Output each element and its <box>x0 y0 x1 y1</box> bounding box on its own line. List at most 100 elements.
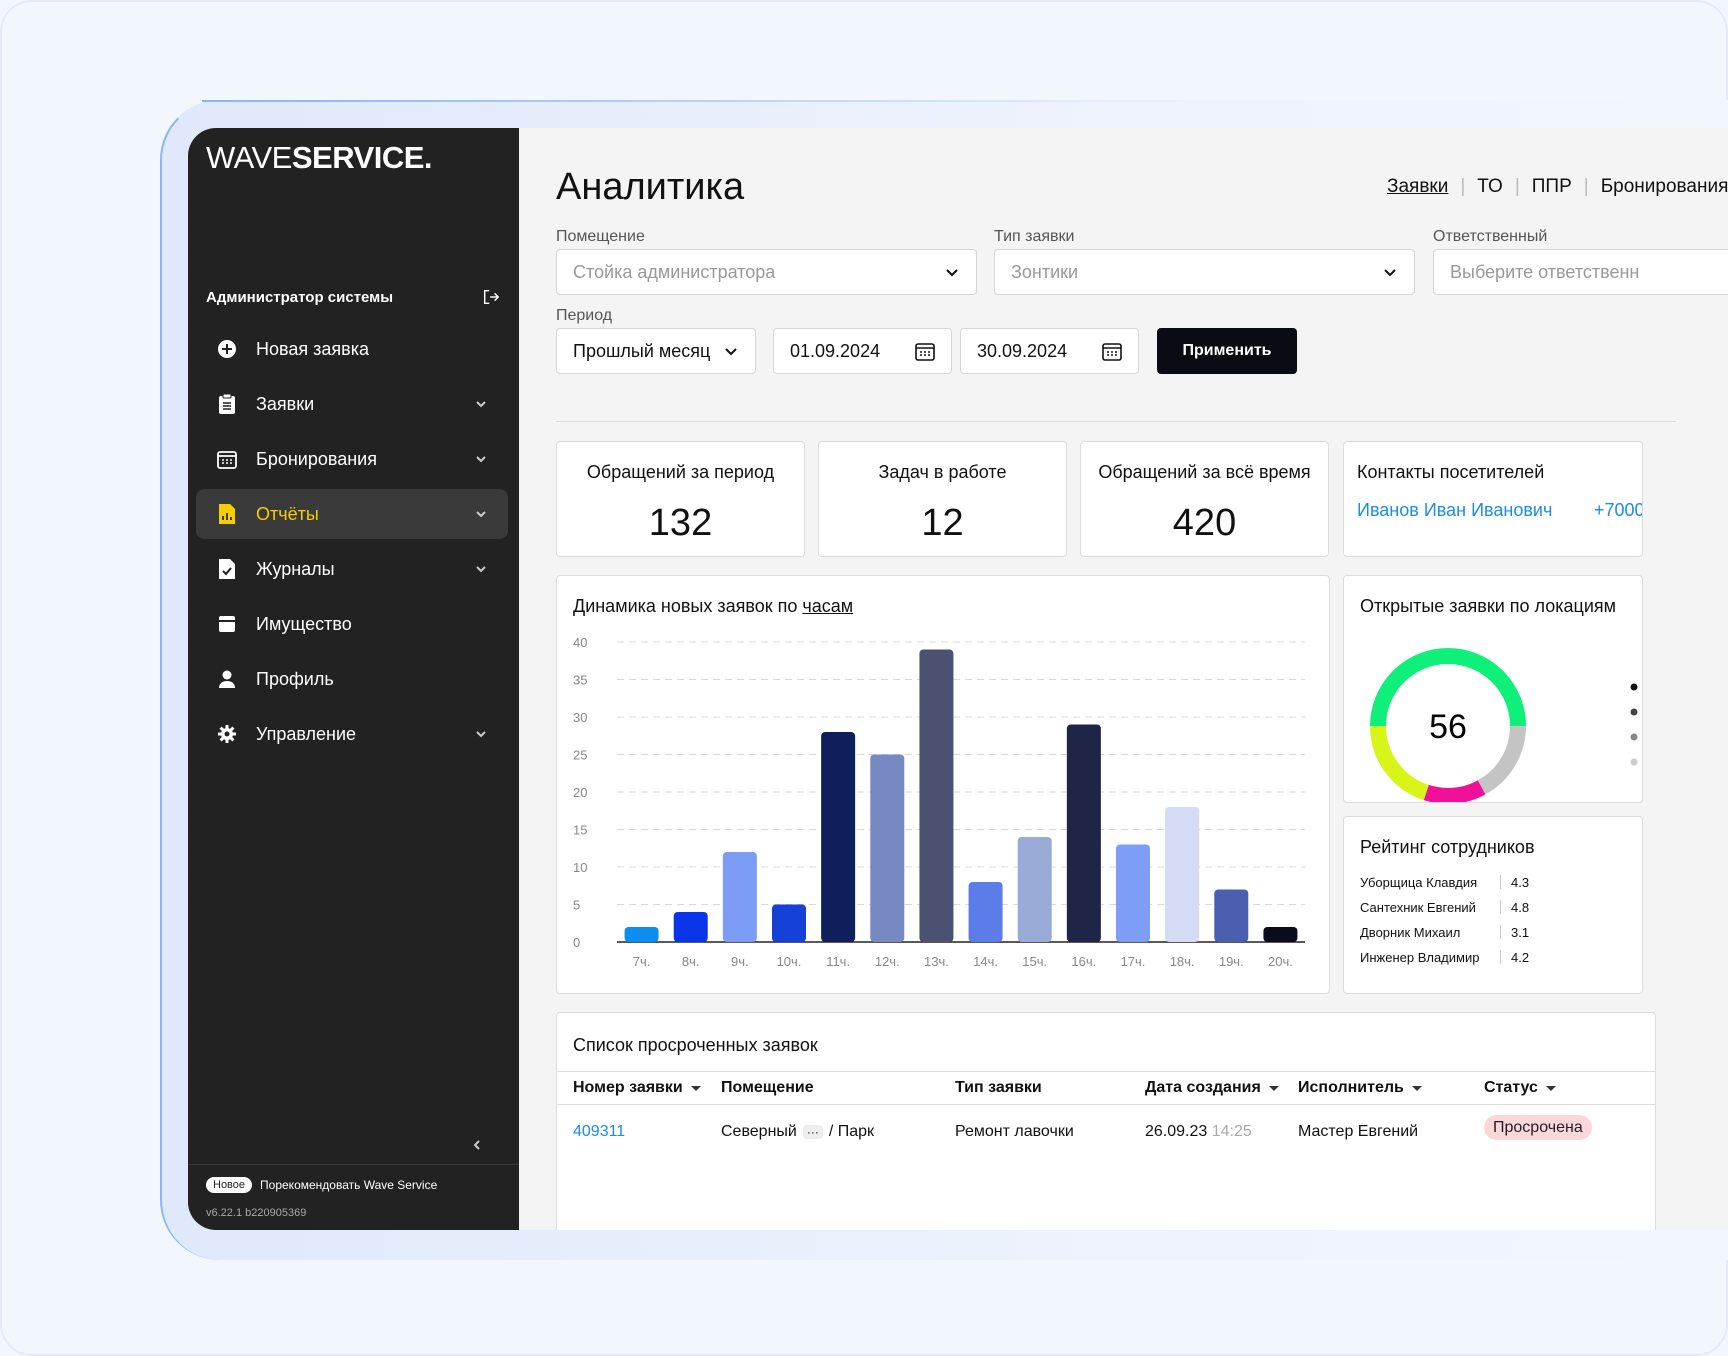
rating-card: Рейтинг сотрудников Уборщица Клавдия 4.3 … <box>1343 816 1643 994</box>
apply-button[interactable]: Применить <box>1157 328 1297 374</box>
period-select[interactable]: Прошлый месяц <box>556 328 756 374</box>
responsible-label: Ответственный <box>1433 228 1548 245</box>
sidebar-item-label: Бронирования <box>256 448 377 469</box>
stat-title: Обращений за период <box>586 462 775 482</box>
sort-caret-icon <box>1411 1085 1422 1091</box>
y-tick-label: 40 <box>573 635 587 650</box>
recommend-row[interactable]: Новое Порекомендовать Wave Service <box>206 1177 501 1193</box>
y-tick-label: 15 <box>573 823 587 838</box>
sidebar-item-property[interactable]: Имущество <box>196 599 508 649</box>
bar-11ч. <box>821 732 856 942</box>
tab-requests[interactable]: Заявки <box>1387 176 1448 198</box>
date-cell: 26.09.23 14:25 <box>1145 1123 1252 1140</box>
legend-dot <box>1630 733 1638 741</box>
rating-divider <box>1500 875 1501 889</box>
x-tick-label: 15ч. <box>1022 954 1047 969</box>
logo-wave: WAVE <box>206 140 292 175</box>
table-title: Список просроченных заявок <box>573 1035 818 1055</box>
x-tick-label: 9ч. <box>731 954 749 969</box>
col-executor[interactable]: Исполнитель <box>1298 1079 1422 1097</box>
room-placeholder: Стойка администратора <box>573 261 776 282</box>
tab-to[interactable]: ТО <box>1477 176 1503 198</box>
stat-card-period: Обращений за период 132 <box>556 441 805 557</box>
stat-title: Обращений за всё время <box>1098 462 1311 482</box>
request-number-link[interactable]: 409311 <box>573 1123 625 1141</box>
stat-card-all-time: Обращений за всё время 420 <box>1080 441 1329 557</box>
sidebar-item-bookings[interactable]: Бронирования <box>196 434 508 484</box>
stat-title: Задач в работе <box>878 462 1007 482</box>
bar-19ч. <box>1214 889 1249 942</box>
tab-separator: | <box>1583 176 1589 197</box>
col-type[interactable]: Тип заявки <box>955 1079 1042 1097</box>
bar-9ч. <box>722 852 757 942</box>
x-tick-label: 13ч. <box>924 954 949 969</box>
date-from-input[interactable]: 01.09.2024 <box>773 328 952 374</box>
chevron-down-icon <box>476 401 486 408</box>
report-icon <box>216 503 238 525</box>
user-icon <box>216 668 238 690</box>
legend-dot <box>1630 708 1638 716</box>
col-number[interactable]: Номер заявки <box>573 1079 701 1097</box>
sidebar-item-label: Отчёты <box>256 503 319 524</box>
calendar-icon <box>216 448 238 470</box>
bar-7ч. <box>624 927 659 942</box>
rating-score: 3.1 <box>1511 925 1530 940</box>
rating-divider <box>1500 900 1501 914</box>
more-icon[interactable]: ··· <box>802 1124 823 1139</box>
calendar-icon[interactable] <box>1102 341 1122 361</box>
type-placeholder: Зонтики <box>1011 261 1079 282</box>
date-to-value: 30.09.2024 <box>977 340 1068 361</box>
locations-donut-card: Открытые заявки по локациям 56 <box>1343 575 1643 803</box>
rating-row: Инженер Владимир 4.2 <box>1360 950 1529 965</box>
tab-ppr[interactable]: ППР <box>1532 176 1572 198</box>
rating-divider <box>1500 950 1501 964</box>
rating-row: Дворник Михаил 3.1 <box>1360 925 1529 940</box>
journal-check-icon <box>216 558 238 580</box>
recommend-link[interactable]: Порекомендовать Wave Service <box>260 1178 437 1192</box>
period-value: Прошлый месяц <box>573 340 711 361</box>
y-tick-label: 25 <box>573 748 587 763</box>
bar-14ч. <box>968 882 1003 942</box>
collapse-sidebar-icon[interactable] <box>470 1138 484 1152</box>
sort-caret-icon <box>690 1085 701 1091</box>
legend-dot <box>1630 683 1638 691</box>
contact-phone-link[interactable]: +7000 <box>1594 500 1642 521</box>
contact-name-link[interactable]: Иванов Иван Иванович <box>1357 500 1552 521</box>
x-tick-label: 12ч. <box>875 954 900 969</box>
col-date[interactable]: Дата создания <box>1145 1079 1279 1097</box>
logout-icon[interactable] <box>482 288 500 306</box>
x-tick-label: 11ч. <box>826 954 850 969</box>
rating-name: Уборщица Клавдия <box>1360 875 1478 890</box>
x-tick-label: 20ч. <box>1268 954 1293 969</box>
sidebar-item-journals[interactable]: Журналы <box>196 544 508 594</box>
tab-bookings[interactable]: Бронирования <box>1601 176 1728 198</box>
page-title: Аналитика <box>556 166 745 208</box>
sidebar-item-label: Журналы <box>256 558 335 579</box>
sidebar-item-management[interactable]: Управление <box>196 709 508 759</box>
main-content: Аналитика Заявки | ТО | ППР | Бронирован… <box>519 128 1728 1230</box>
col-status[interactable]: Статус <box>1484 1079 1556 1097</box>
date-to-input[interactable]: 30.09.2024 <box>960 328 1139 374</box>
responsible-select[interactable]: Выберите ответственн <box>1433 249 1728 295</box>
user-name: Администратор системы <box>206 288 394 306</box>
sidebar-item-reports[interactable]: Отчёты <box>196 489 508 539</box>
sidebar-item-new-request[interactable]: Новая заявка <box>196 324 508 374</box>
type-label: Тип заявки <box>994 228 1075 245</box>
x-tick-label: 10ч. <box>777 954 802 969</box>
archive-icon <box>216 613 238 635</box>
sidebar-item-profile[interactable]: Профиль <box>196 654 508 704</box>
x-tick-label: 8ч. <box>682 954 700 969</box>
logo[interactable]: WAVESERVICE. <box>206 140 433 176</box>
col-room[interactable]: Помещение <box>721 1079 814 1097</box>
stat-value: 420 <box>1172 502 1237 544</box>
stat-card-in-progress: Задач в работе 12 <box>818 441 1067 557</box>
contacts-card: Контакты посетителей Иванов Иван Иванови… <box>1343 441 1643 557</box>
x-tick-label: 14ч. <box>973 954 998 969</box>
bar-chart: 0 5 10 15 20 25 30 35 40 7ч. 8ч. 9ч. 10ч. 11ч. 12ч. 13ч… <box>573 635 1305 969</box>
room-select[interactable]: Стойка администратора <box>556 249 977 295</box>
sidebar-item-requests[interactable]: Заявки <box>196 379 508 429</box>
bar-15ч. <box>1017 837 1052 942</box>
type-select[interactable]: Зонтики <box>994 249 1415 295</box>
room-cell: Северный ··· / Парк <box>721 1123 875 1140</box>
calendar-icon[interactable] <box>915 341 935 361</box>
